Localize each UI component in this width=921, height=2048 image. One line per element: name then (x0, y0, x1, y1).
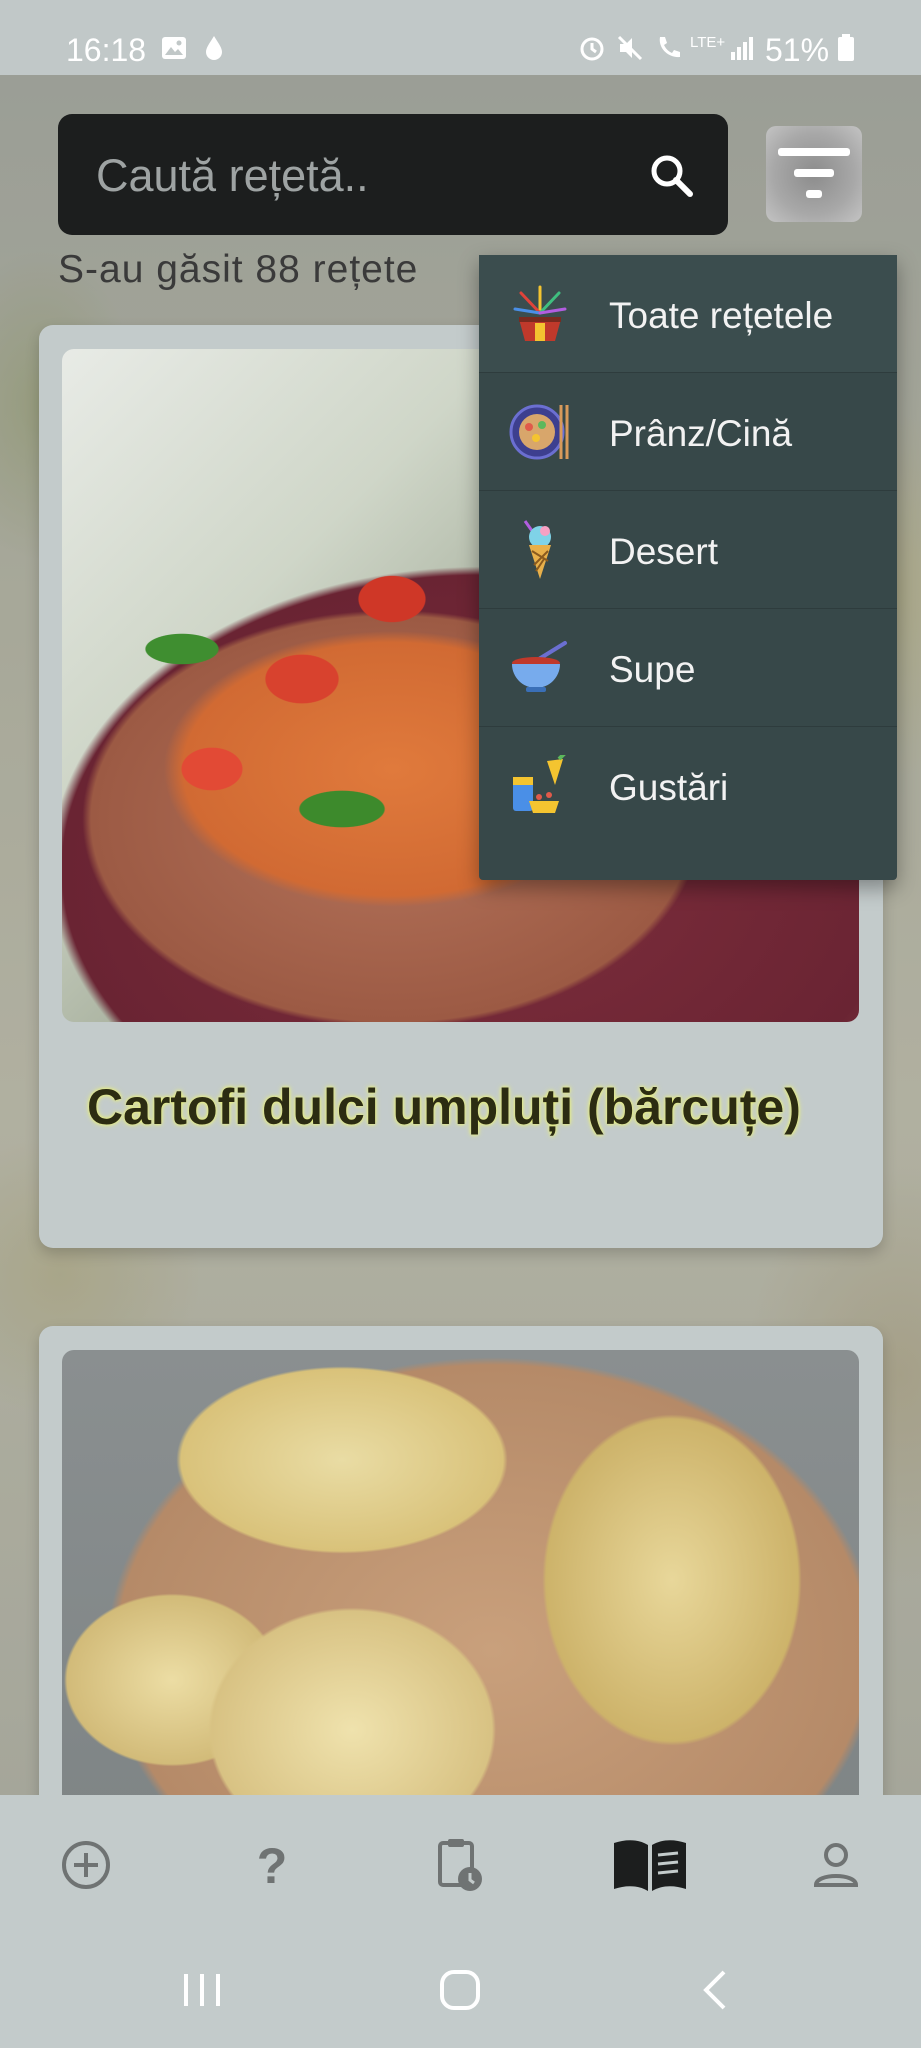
fireworks-icon (513, 285, 567, 341)
add-circle-icon[interactable] (56, 1835, 116, 1895)
noodle-bowl-icon (509, 404, 569, 460)
help-icon[interactable]: ? (242, 1835, 302, 1895)
call-icon (659, 37, 680, 58)
drop-icon (206, 36, 222, 60)
ice-cream-icon (523, 520, 551, 579)
search-bar[interactable]: Caută rețetă.. (58, 114, 728, 235)
category-menu: Toate rețetele Prânz/Cină Desert Supe Gu… (479, 255, 897, 880)
app-screen: 16:18 LTE+ 51% Caută rețetă.. S-au găsit… (0, 0, 921, 2048)
menu-item-all-recipes[interactable]: Toate rețetele (479, 255, 897, 372)
menu-item-label: Gustări (609, 767, 729, 808)
book-icon[interactable] (612, 1835, 688, 1895)
filter-icon (778, 148, 850, 198)
mute-icon (617, 35, 643, 61)
battery-level: 51% (765, 32, 830, 68)
recent-apps-icon[interactable] (180, 1970, 224, 2010)
svg-text:?: ? (257, 1838, 288, 1894)
soup-bowl-icon (512, 641, 567, 692)
search-input[interactable]: Caută rețetă.. (96, 150, 369, 202)
status-time: 16:18 (66, 32, 147, 68)
alarm-icon (580, 37, 604, 61)
person-icon[interactable] (806, 1835, 866, 1895)
menu-item-label: Toate rețetele (609, 295, 834, 336)
menu-item-label: Desert (609, 531, 718, 572)
back-icon[interactable] (700, 1968, 730, 2012)
recipe-photo[interactable] (62, 1350, 859, 1810)
menu-item-snacks[interactable]: Gustări (479, 727, 897, 844)
system-nav-bar (0, 1930, 921, 2048)
menu-item-label: Prânz/Cină (609, 413, 793, 454)
search-icon[interactable] (648, 152, 696, 200)
menu-item-soups[interactable]: Supe (479, 609, 897, 726)
clipboard-clock-icon[interactable] (430, 1835, 490, 1895)
results-count: S-au găsit 88 rețete (58, 248, 419, 291)
menu-item-lunch-dinner[interactable]: Prânz/Cină (479, 373, 897, 490)
filter-button[interactable] (766, 126, 862, 222)
status-bar: 16:18 LTE+ 51% (0, 0, 921, 75)
home-icon[interactable] (438, 1968, 482, 2012)
network-type: LTE+ (690, 34, 726, 51)
snacks-icon (513, 755, 566, 813)
gallery-icon (162, 37, 186, 59)
menu-item-label: Supe (609, 649, 696, 690)
recipe-card[interactable] (39, 1326, 883, 1846)
recipe-title[interactable]: Cartofi dulci umpluți (bărcuțe) (87, 1075, 847, 1139)
menu-item-dessert[interactable]: Desert (479, 491, 897, 608)
bottom-nav: ? (0, 1795, 921, 1930)
battery-icon (838, 34, 854, 61)
signal-icon (731, 37, 753, 60)
